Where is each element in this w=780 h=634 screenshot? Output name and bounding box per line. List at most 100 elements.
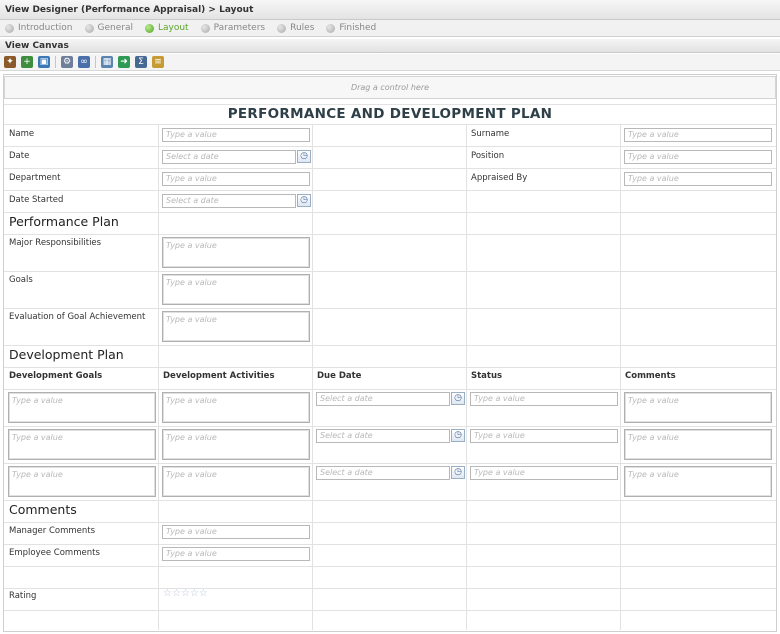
calendar-icon[interactable]: ◷	[451, 392, 465, 405]
drop-zone[interactable]: Drag a control here	[4, 76, 776, 99]
grid-line	[4, 271, 776, 272]
grid-line	[4, 308, 776, 309]
name-label: Name	[9, 129, 35, 139]
comments-input[interactable]: Type a value	[624, 466, 772, 497]
column-header-development-activities: Development Activities	[163, 371, 275, 381]
status-input[interactable]: Type a value	[470, 392, 618, 406]
grid-line	[4, 367, 776, 368]
step-dot-icon	[84, 23, 94, 33]
development-activity-input[interactable]: Type a value	[162, 392, 310, 423]
grid-line	[4, 345, 776, 346]
comments-input[interactable]: Type a value	[624, 429, 772, 460]
due-date-input[interactable]: Select a date	[316, 466, 450, 480]
step-label: Layout	[157, 23, 189, 33]
comments-input[interactable]: Type a value	[624, 392, 772, 423]
date-started-input[interactable]: Select a date	[162, 194, 296, 208]
goals-input[interactable]: Type a value	[162, 274, 310, 305]
rating-stars[interactable]: ☆ ☆ ☆ ☆ ☆	[163, 589, 208, 599]
development-plan-heading: Development Plan	[9, 347, 124, 362]
grid-line	[4, 566, 776, 567]
rating-label: Rating	[9, 591, 37, 601]
notes-icon[interactable]: ≡	[152, 56, 164, 68]
goals-label: Goals	[9, 275, 33, 285]
wizard-steps: Introduction General Layout Parameters R…	[0, 20, 780, 37]
goal-evaluation-label: Evaluation of Goal Achievement	[9, 312, 146, 322]
step-label: Rules	[290, 23, 315, 33]
binoculars-icon[interactable]: ∞	[78, 56, 90, 68]
star-icon[interactable]: ☆	[163, 589, 172, 599]
step-dot-icon	[5, 23, 14, 33]
toolbar-divider	[55, 56, 56, 68]
star-icon[interactable]: ☆	[181, 589, 190, 599]
wizard-step-layout[interactable]: Layout	[144, 23, 189, 33]
major-responsibilities-label: Major Responsibilities	[9, 238, 102, 248]
grid-line	[4, 168, 776, 169]
grid-line	[4, 426, 776, 427]
grid-line	[4, 190, 776, 191]
wizard-step-rules[interactable]: Rules	[277, 23, 314, 33]
star-icon[interactable]: ☆	[172, 589, 181, 599]
step-label: Parameters	[213, 23, 266, 33]
column-header-due-date: Due Date	[317, 371, 362, 381]
step-dot-icon	[277, 23, 287, 33]
employee-comments-input[interactable]: Type a value	[162, 547, 310, 561]
canvas-toolbar: ✦ + ▣ ⚙ ∞ ▦ ➜ Σ ≡	[0, 54, 780, 71]
name-input[interactable]: Type a value	[162, 128, 310, 142]
surname-input[interactable]: Type a value	[624, 128, 772, 142]
window-title: View Designer (Performance Appraisal) > …	[0, 0, 780, 20]
star-icon[interactable]: ☆	[199, 589, 208, 599]
surname-label: Surname	[471, 129, 510, 139]
appraised-by-label: Appraised By	[471, 173, 528, 183]
development-activity-input[interactable]: Type a value	[162, 429, 310, 460]
grid-line	[4, 124, 776, 125]
gear-icon[interactable]: ⚙	[61, 56, 73, 68]
form-title: PERFORMANCE AND DEVELOPMENT PLAN	[227, 106, 553, 122]
column-header-comments: Comments	[625, 371, 676, 381]
import-icon[interactable]: ➜	[118, 56, 130, 68]
add-table-icon[interactable]: +	[21, 56, 33, 68]
wizard-step-finished[interactable]: Finished	[326, 23, 376, 33]
grid-line	[312, 124, 313, 630]
comments-heading: Comments	[9, 502, 77, 517]
calendar-icon[interactable]: ◷	[297, 150, 311, 163]
grid-line	[4, 212, 776, 213]
date-label: Date	[9, 151, 30, 161]
manager-comments-input[interactable]: Type a value	[162, 525, 310, 539]
goal-evaluation-input[interactable]: Type a value	[162, 311, 310, 342]
due-date-input[interactable]: Select a date	[316, 429, 450, 443]
due-date-input[interactable]: Select a date	[316, 392, 450, 406]
development-activity-input[interactable]: Type a value	[162, 466, 310, 497]
table-icon[interactable]: ▦	[101, 56, 113, 68]
calendar-icon[interactable]: ◷	[451, 466, 465, 479]
grid-line	[620, 124, 621, 630]
development-goal-input[interactable]: Type a value	[8, 392, 156, 423]
step-label: Introduction	[18, 23, 73, 33]
status-input[interactable]: Type a value	[470, 466, 618, 480]
major-responsibilities-input[interactable]: Type a value	[162, 237, 310, 268]
performance-plan-heading: Performance Plan	[9, 214, 119, 229]
grid-line	[4, 463, 776, 464]
position-label: Position	[471, 151, 505, 161]
sum-icon[interactable]: Σ	[135, 56, 147, 68]
grid-line	[4, 104, 776, 105]
manager-comments-label: Manager Comments	[9, 526, 96, 536]
calendar-icon[interactable]: ◷	[451, 429, 465, 442]
status-input[interactable]: Type a value	[470, 429, 618, 443]
appraised-by-input[interactable]: Type a value	[624, 172, 772, 186]
image-icon[interactable]: ▣	[38, 56, 50, 68]
wizard-step-general[interactable]: General	[84, 23, 133, 33]
toolbar-divider	[95, 56, 96, 68]
wizard-step-introduction[interactable]: Introduction	[5, 23, 73, 33]
wand-icon[interactable]: ✦	[4, 56, 16, 68]
date-input[interactable]: Select a date	[162, 150, 296, 164]
star-icon[interactable]: ☆	[190, 589, 199, 599]
department-input[interactable]: Type a value	[162, 172, 310, 186]
step-dot-icon	[200, 23, 210, 33]
position-input[interactable]: Type a value	[624, 150, 772, 164]
date-started-label: Date Started	[9, 195, 64, 205]
column-header-status: Status	[471, 371, 503, 381]
calendar-icon[interactable]: ◷	[297, 194, 311, 207]
development-goal-input[interactable]: Type a value	[8, 429, 156, 460]
wizard-step-parameters[interactable]: Parameters	[200, 23, 266, 33]
development-goal-input[interactable]: Type a value	[8, 466, 156, 497]
